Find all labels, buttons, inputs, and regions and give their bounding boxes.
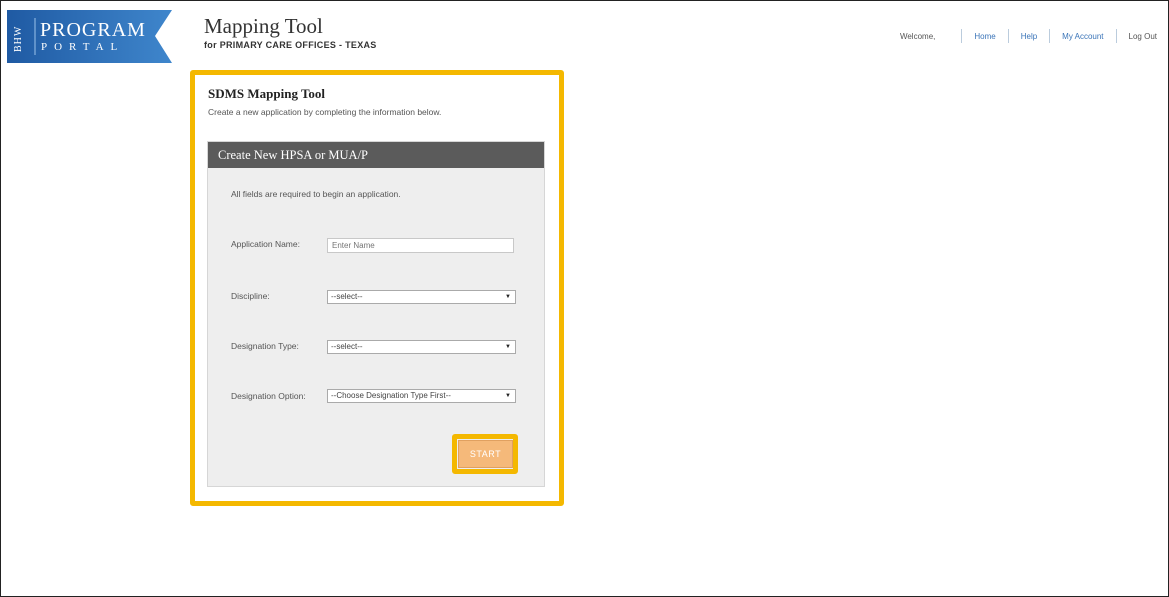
page-frame [0, 0, 1169, 597]
nav-link-my-account[interactable]: My Account [1062, 32, 1103, 41]
card-highlight-frame [190, 70, 564, 506]
nav-divider [961, 29, 963, 43]
nav-link-home[interactable]: Home [974, 32, 995, 41]
page-subtitle: for PRIMARY CARE OFFICES - TEXAS [204, 40, 377, 50]
nav-link-help[interactable]: Help [1021, 32, 1037, 41]
top-navigation: Welcome, Home Help My Account Log Out [900, 29, 1157, 43]
logo-program-text: PROGRAM [40, 19, 146, 41]
nav-link-log-out[interactable]: Log Out [1129, 32, 1157, 41]
nav-divider [1007, 29, 1009, 43]
nav-divider [1115, 29, 1117, 43]
bhw-program-portal-logo[interactable]: BHW PROGRAM PORTAL [7, 10, 172, 63]
welcome-text: Welcome, [899, 31, 936, 41]
nav-divider [1049, 29, 1051, 43]
page-title: Mapping Tool [204, 14, 323, 38]
logo-bhw-text: BHW [13, 25, 24, 53]
logo-portal-text: PORTAL [41, 41, 125, 53]
